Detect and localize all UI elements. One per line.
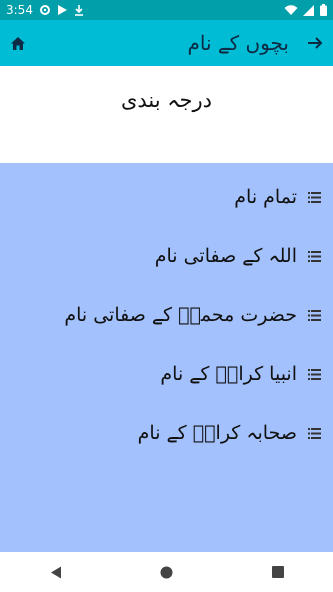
back-icon[interactable] [36, 552, 76, 592]
list-item-allah-attribute-names[interactable]: اللہ کے صفاتی نام [12, 236, 321, 276]
status-time: 3:54 [6, 3, 33, 17]
menu-lines-icon [307, 190, 321, 204]
wifi-icon [284, 4, 298, 16]
signal-icon [303, 4, 315, 16]
menu-lines-icon [307, 249, 321, 263]
menu-lines-icon [307, 426, 321, 440]
menu-lines-icon [307, 367, 321, 381]
status-left: 3:54 [6, 3, 84, 17]
recents-icon[interactable] [258, 552, 298, 592]
list-item-all-names[interactable]: تمام نام [12, 177, 321, 217]
header-section: درجہ بندی [0, 66, 333, 163]
app-bar: بچوں کے نام [0, 20, 333, 66]
nav-bar [0, 552, 333, 592]
list-item-label: صحابہ کرامؓ کے نام [137, 422, 297, 444]
menu-lines-icon [307, 308, 321, 322]
section-title: درجہ بندی [120, 88, 213, 112]
status-right [284, 4, 327, 16]
home-circle-icon[interactable] [147, 552, 187, 592]
list-item-prophet-attribute-names[interactable]: حضرت محمدؐ کے صفاتی نام [12, 295, 321, 335]
list-item-label: اللہ کے صفاتی نام [154, 245, 297, 267]
download-icon [74, 4, 84, 16]
status-bar: 3:54 [0, 0, 333, 20]
play-store-icon [57, 4, 68, 16]
arrow-forward-icon[interactable] [303, 31, 327, 55]
gear-icon [39, 4, 51, 16]
list-item-companions-names[interactable]: صحابہ کرامؓ کے نام [12, 413, 321, 453]
home-icon[interactable] [6, 31, 30, 55]
list-item-prophets-names[interactable]: انبیا کرامؑ کے نام [12, 354, 321, 394]
category-list: تمام نام اللہ کے صفاتی نام حضرت محمدؐ کے… [0, 163, 333, 552]
list-item-label: انبیا کرامؑ کے نام [160, 363, 297, 385]
battery-icon [320, 4, 327, 16]
list-item-label: تمام نام [234, 186, 297, 208]
list-item-label: حضرت محمدؐ کے صفاتی نام [64, 304, 297, 326]
app-title: بچوں کے نام [187, 31, 290, 55]
